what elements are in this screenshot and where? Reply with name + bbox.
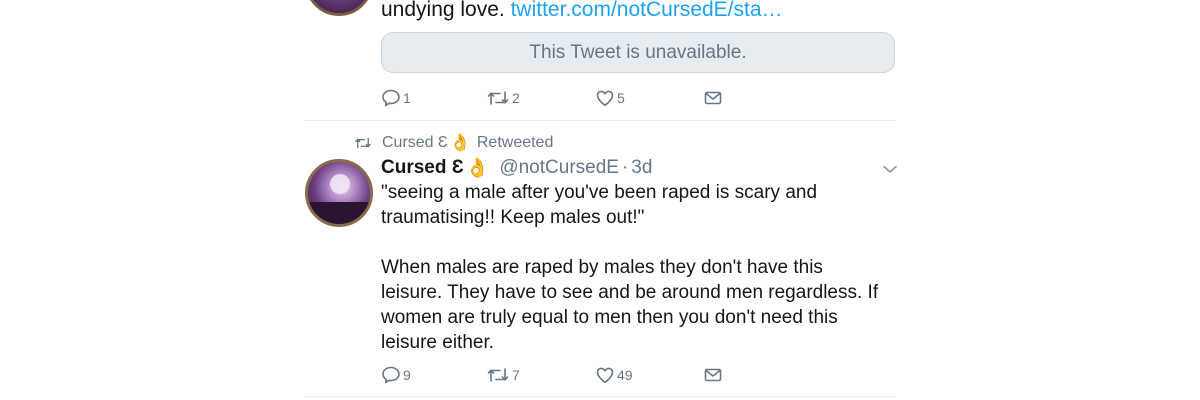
retweet-context[interactable]: Cursed Ɛ 👌 Retweeted [354,133,553,153]
like-count: 5 [617,90,625,106]
chevron-down-icon[interactable] [882,163,898,175]
retweet-icon [487,368,509,382]
retweeter-name: Cursed Ɛ [382,134,448,151]
display-name[interactable]: Cursed Ɛ [381,157,464,179]
like-button[interactable]: 49 [595,365,633,385]
tweet-divider [305,396,895,397]
like-button[interactable]: 5 [595,88,625,108]
direct-message-button[interactable] [703,365,723,385]
tweet-divider [305,120,895,121]
user-handle[interactable]: @notCursedE [499,157,619,179]
envelope-icon [704,368,722,382]
reply-icon [382,366,400,384]
tweet-text: "seeing a male after you've been raped i… [381,182,879,353]
tweet-timestamp[interactable]: 3d [631,157,652,179]
previous-tweet-text: undying love. twitter.com/notCursedE/sta… [381,0,783,23]
avatar-moon [330,174,350,194]
retweet-button[interactable]: 2 [486,88,520,108]
avatar-ground [308,202,370,224]
retweeted-label: Retweeted [476,134,554,151]
avatar[interactable] [305,0,373,16]
envelope-icon [704,91,722,105]
tweet-actions: 1 2 5 [381,88,741,110]
previous-tweet-body: undying love. [381,0,511,21]
heart-icon [596,367,614,383]
retweet-button[interactable]: 7 [486,365,520,385]
retweet-icon [487,91,509,105]
retweet-icon [355,137,371,149]
ok-hand-emoji: 👌 [465,158,490,179]
tweet-link[interactable]: twitter.com/notCursedE/sta… [511,0,783,21]
tweet-header: Cursed Ɛ 👌 @notCursedE · 3d [381,156,652,180]
avatar[interactable] [305,159,373,227]
retweet-count: 7 [512,367,520,383]
direct-message-button[interactable] [703,88,723,108]
reply-button[interactable]: 1 [381,88,411,108]
separator-dot: · [621,157,629,178]
reply-count: 1 [403,90,411,106]
tweet-actions: 9 7 49 [381,365,741,387]
heart-icon [596,90,614,106]
timeline: undying love. twitter.com/notCursedE/sta… [0,0,1200,400]
like-count: 49 [617,367,633,383]
quoted-tweet-unavailable[interactable]: This Tweet is unavailable. [381,32,895,73]
reply-count: 9 [403,367,411,383]
retweet-count: 2 [512,90,520,106]
reply-button[interactable]: 9 [381,365,411,385]
reply-icon [382,89,400,107]
ok-hand-emoji: 👌 [449,133,471,152]
